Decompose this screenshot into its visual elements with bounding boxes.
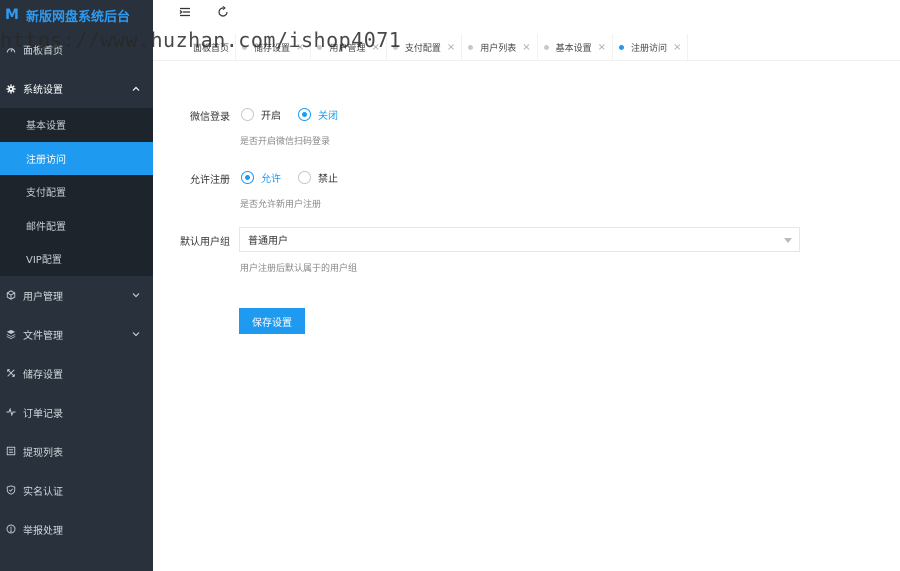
tab-status-dot (468, 44, 474, 50)
tab-bar: 面板首页 储存设置 × 用户管理 × 支付配置 × 用户列表 × 基本设置 × … (153, 33, 900, 61)
save-button[interactable]: 保存设置 (239, 308, 305, 334)
allow-register-label: 允许注册 (190, 175, 230, 186)
topbar (153, 0, 900, 24)
close-icon[interactable]: × (447, 42, 455, 53)
default-group-label: 默认用户组 (180, 237, 230, 248)
tab-storage-settings[interactable]: 储存设置 × (236, 33, 312, 61)
brand-logo: M (5, 7, 19, 23)
close-icon[interactable]: × (598, 42, 606, 53)
system-settings-submenu: 基本设置 注册访问 支付配置 邮件配置 VIP配置 (0, 108, 153, 276)
gear-icon (5, 83, 17, 95)
tab-label: 面板首页 (193, 43, 230, 54)
tab-label: 注册访问 (631, 43, 668, 54)
list-icon (5, 445, 17, 457)
select-value: 普通用户 (248, 236, 288, 247)
tab-label: 用户列表 (480, 43, 517, 54)
tab-payment-config[interactable]: 支付配置 × (387, 33, 463, 61)
shield-icon (5, 484, 17, 496)
sidebar-item-label: 提现列表 (23, 447, 63, 459)
sidebar: M 新版网盘系统后台 面板首页 系统设置 基本设置 注册访问 支付配置 邮件配置… (0, 0, 153, 571)
tab-user-management[interactable]: 用户管理 × (311, 33, 387, 61)
dashboard-icon (5, 44, 17, 56)
sidebar-item-storage-settings[interactable]: 储存设置 (0, 354, 153, 393)
sidebar-item-order-records[interactable]: 订单记录 (0, 393, 153, 432)
sidebar-subitem-register-access[interactable]: 注册访问 (0, 141, 153, 175)
tab-label: 基本设置 (555, 43, 592, 54)
chevron-up-icon (131, 84, 141, 94)
refresh-icon[interactable] (215, 4, 231, 20)
close-icon[interactable]: × (296, 42, 304, 53)
radio-circle (241, 108, 254, 121)
radio-label: 开启 (261, 111, 281, 122)
tab-basic-settings[interactable]: 基本设置 × (538, 33, 614, 61)
caret-down-icon (784, 238, 792, 243)
default-group-select[interactable]: 普通用户 (239, 227, 800, 252)
menu-toggle-icon[interactable] (177, 4, 193, 20)
close-icon[interactable]: × (522, 42, 530, 53)
sidebar-item-file-management[interactable]: 文件管理 (0, 315, 153, 354)
radio-circle (298, 108, 311, 121)
sidebar-item-system-settings[interactable]: 系统设置 (0, 69, 153, 108)
sidebar-item-real-name-auth[interactable]: 实名认证 (0, 471, 153, 510)
allow-register-radio-deny[interactable]: 禁止 (298, 170, 338, 185)
users-icon (5, 289, 17, 301)
radio-label: 关闭 (318, 111, 338, 122)
close-icon[interactable]: × (371, 42, 379, 53)
sidebar-subitem-vip-config[interactable]: VIP配置 (0, 242, 153, 276)
sidebar-item-report-handling[interactable]: 举报处理 (0, 510, 153, 549)
chevron-down-icon (131, 290, 141, 300)
alert-icon (5, 523, 17, 535)
wechat-login-hint: 是否开启微信扫码登录 (240, 137, 331, 147)
default-group-hint: 用户注册后默认属于的用户组 (240, 264, 358, 274)
radio-circle (241, 171, 254, 184)
tab-label: 储存设置 (254, 43, 291, 54)
tab-status-dot (317, 44, 323, 50)
sidebar-item-label: 用户管理 (23, 291, 63, 303)
tab-status-dot (242, 44, 248, 50)
pulse-icon (5, 406, 17, 418)
close-icon[interactable]: × (673, 42, 681, 53)
tab-label: 用户管理 (329, 43, 366, 54)
tab-user-list[interactable]: 用户列表 × (462, 33, 538, 61)
sidebar-subitem-payment-config[interactable]: 支付配置 (0, 175, 153, 209)
sidebar-item-user-management[interactable]: 用户管理 (0, 276, 153, 315)
wechat-login-radio-off[interactable]: 关闭 (298, 107, 338, 122)
tab-register-access[interactable]: 注册访问 × (613, 33, 689, 61)
storage-icon (5, 367, 17, 379)
sidebar-subitem-basic-settings[interactable]: 基本设置 (0, 108, 153, 142)
sidebar-item-label: 举报处理 (23, 525, 63, 537)
sidebar-item-withdraw-list[interactable]: 提现列表 (0, 432, 153, 471)
brand-title: 新版网盘系统后台 (26, 9, 131, 25)
layers-icon (5, 328, 17, 340)
radio-label: 禁止 (318, 174, 338, 185)
sidebar-item-label: 实名认证 (23, 486, 63, 498)
sidebar-subitem-mail-config[interactable]: 邮件配置 (0, 209, 153, 243)
sidebar-item-label: 储存设置 (23, 369, 63, 381)
tab-label: 支付配置 (404, 43, 441, 54)
sidebar-item-label: 系统设置 (23, 85, 63, 96)
sidebar-item-label: 文件管理 (23, 330, 63, 342)
tab-status-dot (392, 44, 398, 50)
radio-label: 允许 (261, 174, 281, 185)
wechat-login-radio-on[interactable]: 开启 (241, 107, 281, 122)
tab-dashboard[interactable]: 面板首页 (153, 33, 237, 61)
sidebar-item-dashboard[interactable]: 面板首页 (0, 30, 153, 69)
wechat-login-label: 微信登录 (190, 112, 230, 123)
radio-circle (298, 171, 311, 184)
allow-register-hint: 是否允许新用户注册 (240, 200, 322, 210)
tab-status-dot (543, 44, 549, 50)
allow-register-radio-allow[interactable]: 允许 (241, 170, 281, 185)
brand[interactable]: M 新版网盘系统后台 (0, 0, 153, 30)
sidebar-item-label: 订单记录 (23, 408, 63, 420)
tab-status-dot (619, 44, 625, 50)
chevron-down-icon (131, 329, 141, 339)
sidebar-item-label: 面板首页 (23, 46, 63, 57)
